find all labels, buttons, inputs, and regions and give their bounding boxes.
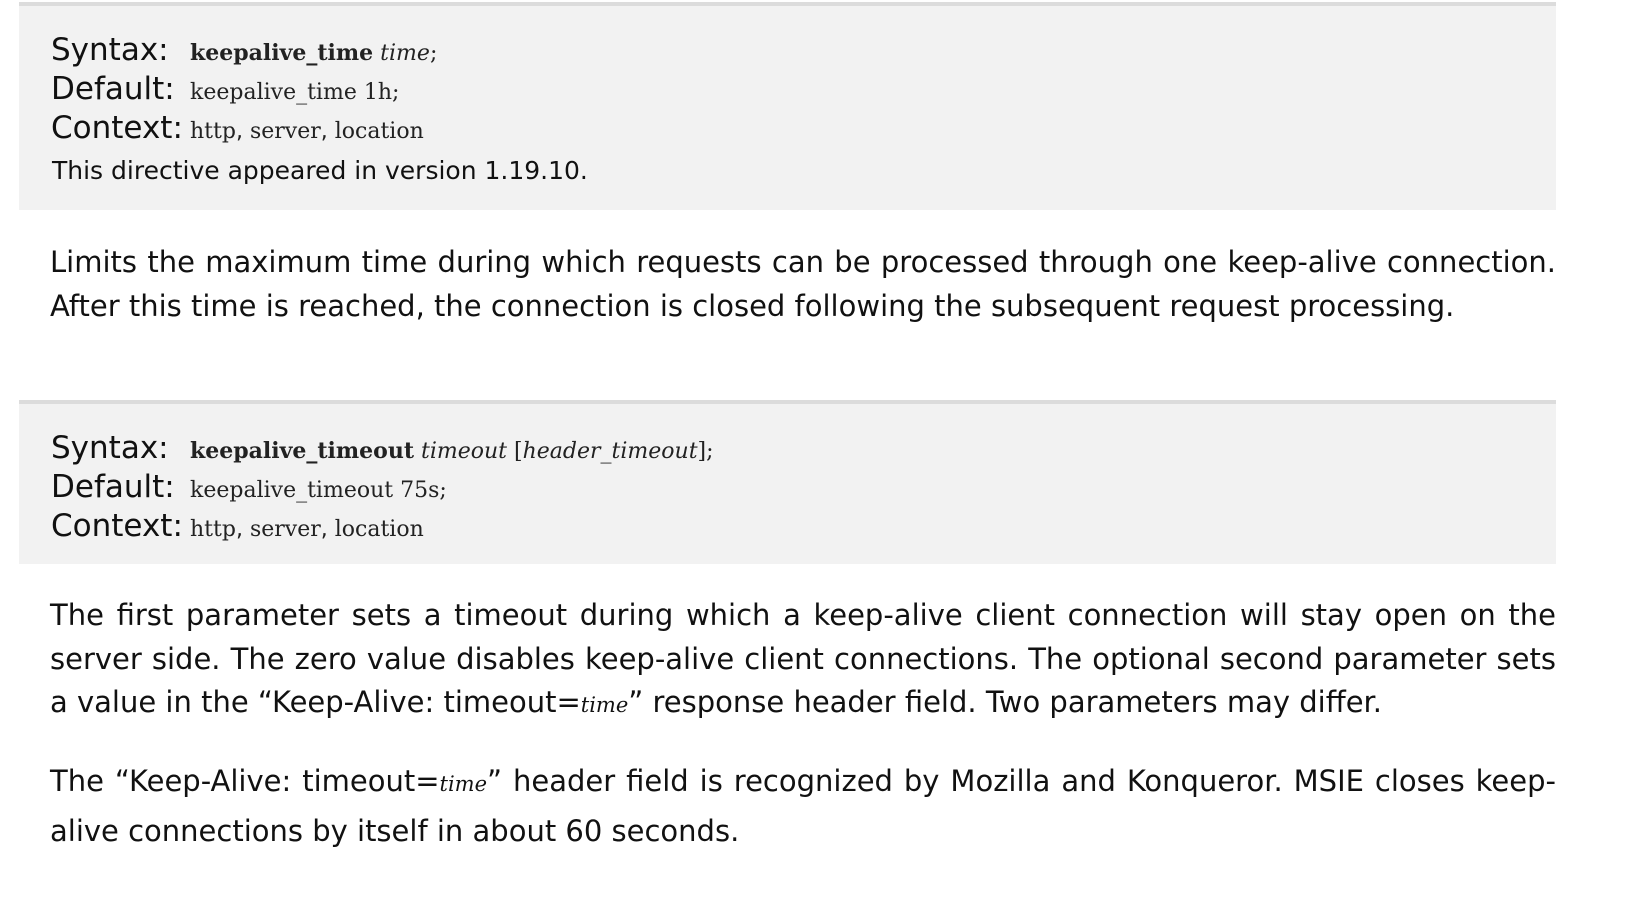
directive-param: timeout — [421, 439, 508, 464]
directive-box-keepalive-time: Syntax: keepalive_time time ; Default: k… — [19, 2, 1556, 210]
context-server: server — [249, 119, 321, 144]
keepalive-header-note: The “Keep-Alive: timeout=time” header fi… — [50, 758, 1556, 855]
paragraph-text: The “Keep-Alive: timeout= — [50, 764, 440, 798]
directive-param: time — [380, 41, 430, 66]
context-http: http — [190, 517, 236, 542]
default-label: Default: — [51, 469, 175, 505]
context-separator: , — [235, 517, 243, 542]
syntax-row: Syntax: keepalive_timeout timeout [ head… — [51, 430, 714, 469]
optional-bracket-open: [ — [514, 439, 523, 464]
version-note: This directive appeared in version 1.19.… — [52, 156, 588, 185]
inline-code-time: time — [439, 772, 488, 796]
directive-name: keepalive_time — [190, 40, 374, 66]
keepalive-time-description: Limits the maximum time during which req… — [50, 245, 1556, 323]
context-row: Context: http , server , location — [51, 110, 424, 149]
default-value: keepalive_time 1h; — [190, 80, 400, 105]
inline-code-time: time — [580, 693, 629, 717]
directive-name: keepalive_timeout — [190, 438, 414, 464]
context-label: Context: — [51, 508, 183, 544]
directive-box-keepalive-timeout: Syntax: keepalive_timeout timeout [ head… — [19, 400, 1556, 564]
syntax-terminator: ]; — [697, 439, 714, 464]
syntax-label: Syntax: — [51, 32, 169, 68]
context-separator: , — [320, 517, 328, 542]
context-server: server — [249, 517, 321, 542]
default-label: Default: — [51, 71, 175, 107]
default-value: keepalive_timeout 75s; — [190, 478, 447, 503]
context-separator: , — [320, 119, 328, 144]
context-separator: , — [235, 119, 243, 144]
syntax-terminator: ; — [429, 41, 438, 66]
context-row: Context: http , server , location — [51, 508, 424, 547]
keepalive-timeout-description: The first parameter sets a timeout durin… — [50, 594, 1556, 728]
syntax-row: Syntax: keepalive_time time ; — [51, 32, 437, 71]
context-http: http — [190, 119, 236, 144]
context-location: location — [334, 517, 424, 542]
syntax-label: Syntax: — [51, 430, 169, 466]
default-row: Default: keepalive_time 1h; — [51, 71, 399, 110]
default-row: Default: keepalive_timeout 75s; — [51, 469, 447, 508]
context-location: location — [334, 119, 424, 144]
paragraph-text: ” response header field. Two parameters … — [628, 685, 1383, 719]
context-label: Context: — [51, 110, 183, 146]
directive-param-optional: header_timeout — [522, 439, 698, 464]
